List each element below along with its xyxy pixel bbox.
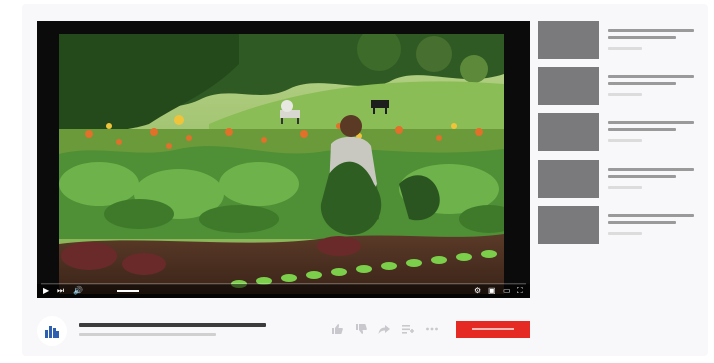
subscribe-button[interactable] [456, 321, 530, 338]
player-controls: ▶ ⏭ 🔊 ⚙ ▣ ▭ ⛶ [37, 284, 530, 298]
channel-name-placeholder [79, 333, 216, 336]
video-title-placeholder [608, 128, 676, 131]
video-thumbnail[interactable] [538, 113, 599, 151]
recommended-video-item[interactable] [538, 113, 698, 153]
video-title-placeholder [608, 221, 676, 224]
video-still-garden [59, 34, 504, 294]
video-title-placeholder [79, 323, 266, 327]
video-meta-placeholder [608, 232, 642, 235]
video-title-placeholder [608, 121, 694, 124]
video-frame[interactable] [59, 34, 504, 294]
more-icon[interactable] [425, 322, 439, 336]
volume-slider[interactable] [117, 290, 139, 292]
video-title-placeholder [608, 29, 694, 32]
video-title-placeholder [608, 82, 676, 85]
video-title-placeholder [608, 175, 676, 178]
recommended-video-item[interactable] [538, 206, 698, 246]
recommended-video-item[interactable] [538, 160, 698, 200]
video-player[interactable]: ▶ ⏭ 🔊 ⚙ ▣ ▭ ⛶ [37, 21, 530, 298]
gear-icon[interactable]: ⚙ [474, 287, 481, 295]
volume-icon[interactable]: 🔊 [73, 287, 83, 295]
fullscreen-icon[interactable]: ⛶ [517, 287, 523, 295]
channel-avatar[interactable] [37, 316, 67, 346]
dislike-icon[interactable] [354, 322, 368, 336]
save-icon[interactable] [401, 322, 415, 336]
video-thumbnail[interactable] [538, 67, 599, 105]
channel-logo-icon [45, 326, 59, 338]
video-title-placeholder [608, 36, 676, 39]
theater-mode-icon[interactable]: ▭ [503, 287, 511, 295]
like-icon[interactable] [330, 322, 344, 336]
recommended-video-item[interactable] [538, 21, 698, 61]
video-thumbnail[interactable] [538, 160, 599, 198]
video-title-placeholder [608, 168, 694, 171]
next-icon[interactable]: ⏭ [57, 287, 64, 295]
video-title-placeholder [608, 75, 694, 78]
video-meta-placeholder [608, 47, 642, 50]
recommended-video-item[interactable] [538, 67, 698, 107]
subscribe-label-placeholder [472, 328, 514, 330]
video-title-placeholder [608, 214, 694, 217]
share-icon[interactable] [377, 322, 391, 336]
video-meta-placeholder [608, 186, 642, 189]
video-meta-placeholder [608, 93, 642, 96]
miniplayer-icon[interactable]: ▣ [488, 287, 496, 295]
video-thumbnail[interactable] [538, 21, 599, 59]
play-icon[interactable]: ▶ [43, 287, 49, 295]
video-thumbnail[interactable] [538, 206, 599, 244]
video-meta-placeholder [608, 139, 642, 142]
